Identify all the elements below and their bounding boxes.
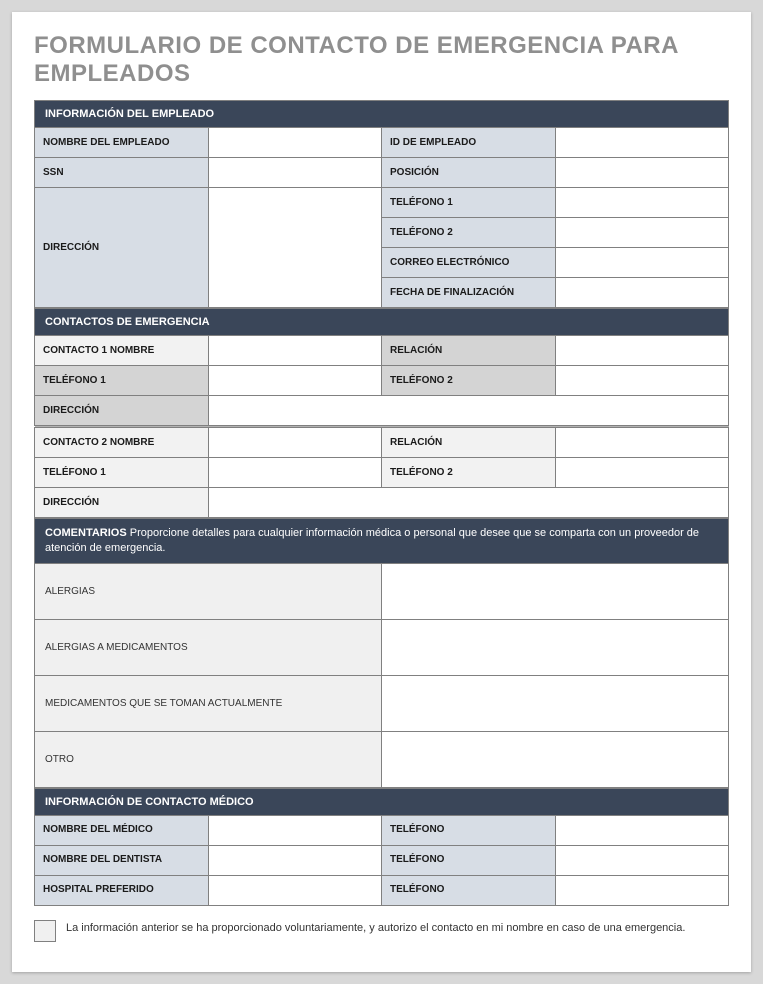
contact1-relation-label: RELACIÓN	[382, 336, 556, 366]
phone2-label: TELÉFONO 2	[382, 218, 556, 248]
contact2-address-label: DIRECCIÓN	[35, 488, 209, 518]
contact1-address-label: DIRECCIÓN	[35, 396, 209, 426]
emergency-section: CONTACTOS DE EMERGENCIA CONTACTO 1 NOMBR…	[34, 308, 729, 518]
current-meds-label: MEDICAMENTOS QUE SE TOMAN ACTUALMENTE	[35, 675, 382, 731]
hospital-phone-field[interactable]	[555, 875, 729, 905]
allergies-label: ALERGIAS	[35, 563, 382, 619]
address-label: DIRECCIÓN	[35, 188, 209, 308]
contact2-phone1-field[interactable]	[208, 458, 382, 488]
hospital-label: HOSPITAL PREFERIDO	[35, 875, 209, 905]
employee-id-field[interactable]	[555, 128, 729, 158]
doctor-field[interactable]	[208, 815, 382, 845]
medical-header: INFORMACIÓN DE CONTACTO MÉDICO	[35, 788, 729, 815]
form-page: FORMULARIO DE CONTACTO DE EMERGENCIA PAR…	[12, 12, 751, 972]
authorization-text: La información anterior se ha proporcion…	[66, 920, 685, 936]
authorization-row: La información anterior se ha proporcion…	[34, 920, 729, 942]
doctor-phone-field[interactable]	[555, 815, 729, 845]
contact1-phone1-label: TELÉFONO 1	[35, 366, 209, 396]
dentist-label: NOMBRE DEL DENTISTA	[35, 845, 209, 875]
phone1-field[interactable]	[555, 188, 729, 218]
dentist-phone-label: TELÉFONO	[382, 845, 556, 875]
page-title: FORMULARIO DE CONTACTO DE EMERGENCIA PAR…	[34, 32, 729, 88]
contact1-name-label: CONTACTO 1 NOMBRE	[35, 336, 209, 366]
phone1-label: TELÉFONO 1	[382, 188, 556, 218]
med-allergies-field[interactable]	[382, 619, 729, 675]
contact1-name-field[interactable]	[208, 336, 382, 366]
contact1-phone1-field[interactable]	[208, 366, 382, 396]
employee-name-field[interactable]	[208, 128, 382, 158]
contact1-relation-field[interactable]	[555, 336, 729, 366]
doctor-phone-label: TELÉFONO	[382, 815, 556, 845]
medical-section: INFORMACIÓN DE CONTACTO MÉDICO NOMBRE DE…	[34, 788, 729, 906]
other-label: OTRO	[35, 731, 382, 787]
employee-id-label: ID DE EMPLEADO	[382, 128, 556, 158]
contact1-address-field[interactable]	[208, 396, 729, 426]
employee-section: INFORMACIÓN DEL EMPLEADO NOMBRE DEL EMPL…	[34, 100, 729, 308]
doctor-label: NOMBRE DEL MÉDICO	[35, 815, 209, 845]
contact1-phone2-field[interactable]	[555, 366, 729, 396]
comments-section: COMENTARIOS Proporcione detalles para cu…	[34, 518, 729, 788]
contact2-phone1-label: TELÉFONO 1	[35, 458, 209, 488]
hospital-field[interactable]	[208, 875, 382, 905]
enddate-field[interactable]	[555, 278, 729, 308]
comments-header-text: Proporcione detalles para cualquier info…	[45, 527, 699, 554]
contact2-relation-label: RELACIÓN	[382, 428, 556, 458]
med-allergies-label: ALERGIAS A MEDICAMENTOS	[35, 619, 382, 675]
position-label: POSICIÓN	[382, 158, 556, 188]
current-meds-field[interactable]	[382, 675, 729, 731]
other-field[interactable]	[382, 731, 729, 787]
ssn-field[interactable]	[208, 158, 382, 188]
employee-header: INFORMACIÓN DEL EMPLEADO	[35, 101, 729, 128]
contact2-address-field[interactable]	[208, 488, 729, 518]
contact2-name-field[interactable]	[208, 428, 382, 458]
ssn-label: SSN	[35, 158, 209, 188]
hospital-phone-label: TELÉFONO	[382, 875, 556, 905]
dentist-phone-field[interactable]	[555, 845, 729, 875]
contact2-phone2-field[interactable]	[555, 458, 729, 488]
emergency-header: CONTACTOS DE EMERGENCIA	[35, 309, 729, 336]
contact2-relation-field[interactable]	[555, 428, 729, 458]
position-field[interactable]	[555, 158, 729, 188]
contact1-phone2-label: TELÉFONO 2	[382, 366, 556, 396]
authorization-checkbox[interactable]	[34, 920, 56, 942]
contact2-phone2-label: TELÉFONO 2	[382, 458, 556, 488]
email-label: CORREO ELECTRÓNICO	[382, 248, 556, 278]
address-field[interactable]	[208, 188, 382, 308]
phone2-field[interactable]	[555, 218, 729, 248]
allergies-field[interactable]	[382, 563, 729, 619]
employee-name-label: NOMBRE DEL EMPLEADO	[35, 128, 209, 158]
dentist-field[interactable]	[208, 845, 382, 875]
contact2-name-label: CONTACTO 2 NOMBRE	[35, 428, 209, 458]
email-field[interactable]	[555, 248, 729, 278]
comments-header-bold: COMENTARIOS	[45, 527, 127, 539]
comments-header: COMENTARIOS Proporcione detalles para cu…	[35, 519, 729, 564]
enddate-label: FECHA DE FINALIZACIÓN	[382, 278, 556, 308]
